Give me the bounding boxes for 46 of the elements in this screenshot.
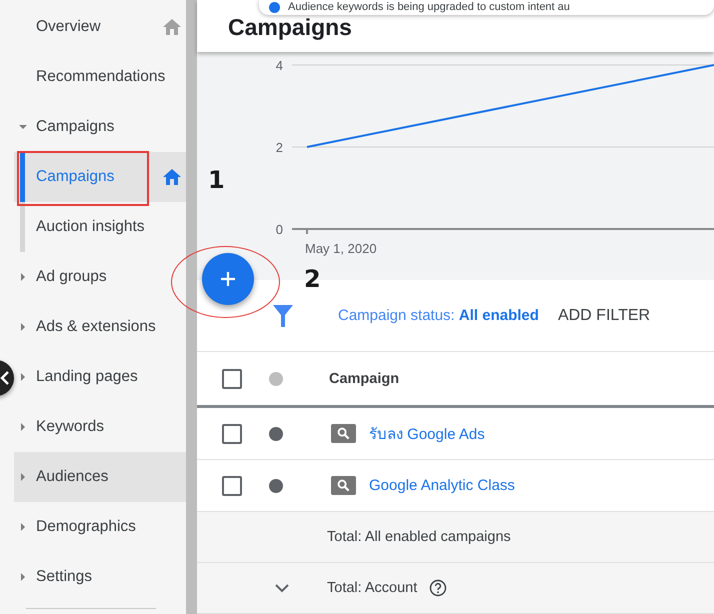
nav-item[interactable]: Ad groups [14,252,186,302]
y-axis-label: 4 [276,58,283,73]
nav-item[interactable]: Campaigns [14,152,186,202]
checkbox[interactable] [222,368,242,388]
caret-right-icon[interactable] [18,422,28,432]
nav-item[interactable]: Ads & extensions [14,302,186,352]
x-axis-label: May 1, 2020 [305,241,377,256]
total-label: Total: All enabled campaigns [327,529,511,545]
caret-right-icon[interactable] [18,322,28,332]
filter-chip[interactable]: Campaign status: All enabled [338,307,539,324]
help-icon[interactable] [429,579,448,597]
nav-item[interactable]: Audiences [14,452,186,502]
chevron-down-icon[interactable] [275,584,289,592]
y-axis-label: 0 [276,222,283,237]
checkbox[interactable] [222,476,242,496]
caret-right-icon[interactable] [18,522,28,532]
nav-item[interactable]: Recommendations [14,52,186,102]
checkbox[interactable] [222,424,242,444]
step-number: 1 [208,166,225,194]
search-campaign-icon [331,476,356,495]
campaign-link[interactable]: Google Analytic Class [369,477,515,494]
search-campaign-icon [331,424,356,443]
campaign-link[interactable]: รับลง Google Ads [369,422,485,446]
add-filter-button[interactable]: ADD FILTER [558,302,650,328]
caret-right-icon[interactable] [18,472,28,482]
banner-text: Audience keywords is being upgraded to custom intent au [288,1,570,14]
nav-item[interactable]: Landing pages [14,352,186,402]
caret-right-icon[interactable] [18,272,28,282]
plus-icon [220,271,236,287]
nav-item[interactable]: Keywords [14,402,186,452]
page-title: Campaigns [228,14,352,41]
nav-item[interactable]: Campaigns [14,102,186,152]
nav-item[interactable]: Settings [14,552,186,602]
nav-item[interactable]: Overview [14,2,186,52]
caret-right-icon[interactable] [18,572,28,582]
total-label: Total: Account [327,580,418,596]
chevron-left-icon [0,371,10,385]
caret-right-icon[interactable] [18,372,28,382]
filter-icon[interactable] [273,304,293,326]
caret-down-icon[interactable] [18,122,28,132]
y-axis-label: 2 [276,140,283,155]
info-icon [269,2,280,13]
step-number: 2 [304,265,321,293]
column-header[interactable]: Campaign [329,370,400,386]
nav-item[interactable]: Demographics [14,502,186,552]
nav-item[interactable]: Auction insights [14,202,186,252]
